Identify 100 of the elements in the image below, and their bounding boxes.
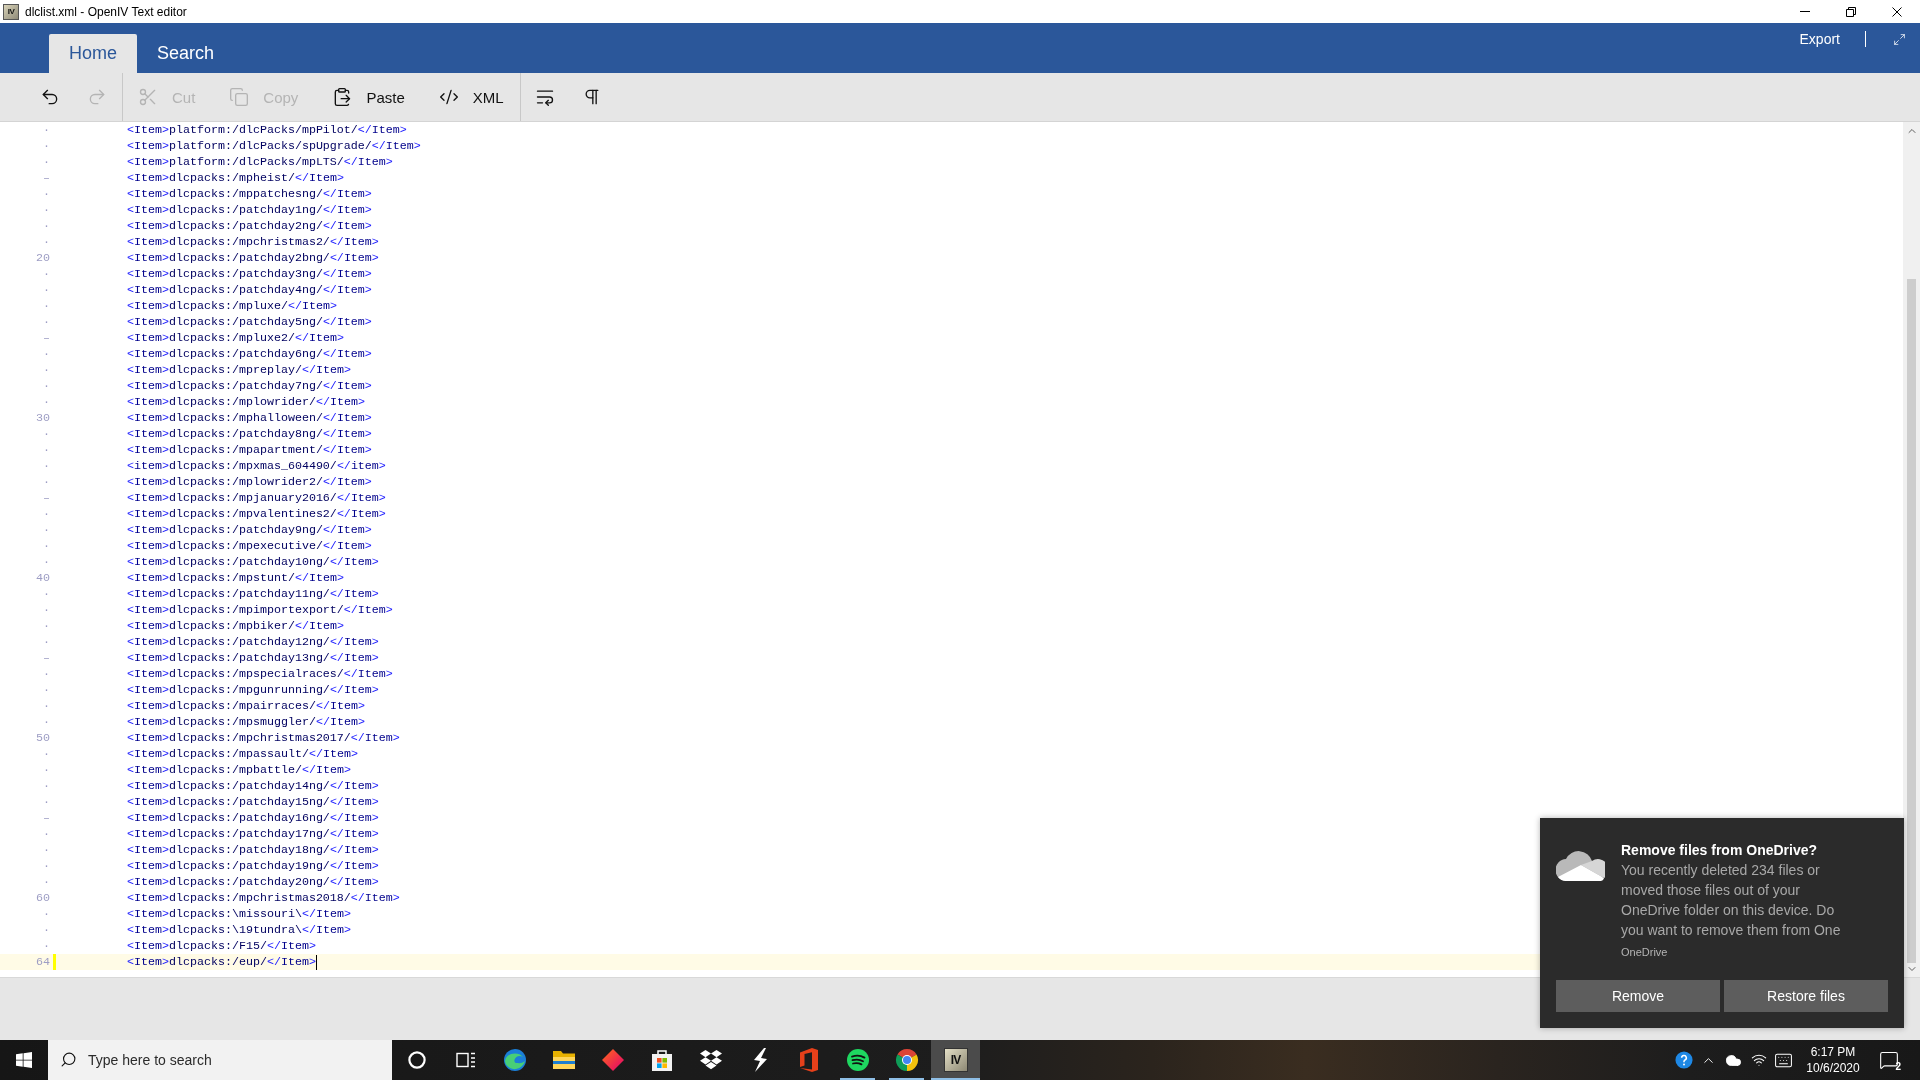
line-number: – [43,810,50,826]
line-number: · [43,122,50,138]
code-line: <Item>dlcpacks:/mpgunrunning/</Item> [127,682,379,698]
code-line: <Item>dlcpacks:/patchday17ng/</Item> [127,826,379,842]
line-number: · [43,874,50,890]
boxes-icon [698,1049,723,1071]
notification-button[interactable]: Restore files [1724,980,1888,1012]
notification-message: You recently deleted 234 files or moved those files out of your OneDrive folder on this device. Do you want to remove them from One [1621,861,1842,940]
line-number: · [43,314,50,330]
line-number: · [43,154,50,170]
scissors-icon [138,87,158,107]
code-line: <Item>dlcpacks:/mpchristmas2018/</Item> [127,890,400,906]
line-number: · [43,234,50,250]
wifi-icon[interactable] [1750,1052,1767,1068]
line-number: 20 [36,250,50,266]
scrollbar-thumb[interactable] [1907,279,1916,963]
code-line: <Item>dlcpacks:/patchday13ng/</Item> [127,650,379,666]
music-icon [845,1048,870,1072]
clock-button[interactable]: 6:17 PM 10/6/2020 [1798,1044,1868,1076]
taskbar-button[interactable]: IV [931,1040,980,1080]
code-line: <Item>dlcpacks:/eup/</Item> [127,954,316,970]
export-button[interactable]: Export [1795,31,1844,47]
line-number: · [43,538,50,554]
code-line: <Item>dlcpacks:/patchday20ng/</Item> [127,874,379,890]
app-logo-icon: IV [3,3,19,20]
line-number: · [43,138,50,154]
code-line: <Item>dlcpacks:/mpairraces/</Item> [127,698,365,714]
code-line: <Item>dlcpacks:/mpluxe/</Item> [127,298,337,314]
line-number: · [43,554,50,570]
folder-icon [551,1049,576,1071]
line-number: · [43,826,50,842]
paste-button[interactable]: Paste [324,79,413,115]
code-line: <Item>platform:/dlcPacks/mpLTS/</Item> [127,154,393,170]
line-number: · [43,634,50,650]
circle-icon [407,1051,426,1069]
line-number: · [43,506,50,522]
search-icon [60,1051,77,1068]
line-number: · [43,746,50,762]
code-line: <Item>dlcpacks:/patchday1ng/</Item> [127,202,372,218]
code-line: <Item>dlcpacks:/patchday11ng/</Item> [127,586,379,602]
line-number: · [43,794,50,810]
expand-icon[interactable] [1893,32,1906,46]
line-number: · [43,218,50,234]
task-view-icon [455,1051,476,1069]
line-number: · [43,586,50,602]
line-number: · [43,842,50,858]
search-field[interactable]: Type here to search [48,1040,392,1080]
code-line: <Item>dlcpacks:/mpsmuggler/</Item> [127,714,365,730]
code-line: <Item>dlcpacks:\missouri\</Item> [127,906,351,922]
code-line: <Item>dlcpacks:/patchday5ng/</Item> [127,314,372,330]
line-number: · [43,698,50,714]
code-line: <Item>dlcpacks:/mpapartment/</Item> [127,442,372,458]
code-line: <Item>dlcpacks:/mpspecialraces/</Item> [127,666,393,682]
office-logo-icon [798,1048,819,1072]
code-line: <Item>dlcpacks:/patchday10ng/</Item> [127,554,379,570]
line-number: – [43,490,50,506]
line-number: · [43,202,50,218]
code-line: <Item>dlcpacks:/mpchristmas2/</Item> [127,234,379,250]
line-number: · [43,778,50,794]
line-number: 60 [36,890,50,906]
line-number: · [43,682,50,698]
code-line: <Item>platform:/dlcPacks/mpPilot/</Item> [127,122,407,138]
ribbon-tab[interactable]: Home [49,34,137,73]
code-line: <Item>dlcpacks:/patchday16ng/</Item> [127,810,379,826]
line-number: · [43,618,50,634]
code-line: <Item>dlcpacks:/mplowrider2/</Item> [127,474,372,490]
notification-icon[interactable] [1879,1050,1899,1070]
help-icon[interactable] [1674,1051,1693,1069]
code-line: <Item>dlcpacks:/mppatchesng/</Item> [127,186,372,202]
code-line: <Item>dlcpacks:/mpvalentines2/</Item> [127,506,386,522]
line-number: · [43,362,50,378]
notification-button[interactable]: Remove [1556,980,1720,1012]
code-line: <Item>dlcpacks:/mpjanuary2016/</Item> [127,490,386,506]
code-line: <Item>dlcpacks:/mpchristmas2017/</Item> [127,730,400,746]
xml-button[interactable]: XML [430,79,512,115]
line-number: · [43,298,50,314]
line-number: · [43,346,50,362]
line-number: – [43,330,50,346]
line-number: 50 [36,730,50,746]
line-number: · [43,474,50,490]
text-cursor [315,954,317,970]
code-line: <Item>dlcpacks:/mpstunt/</Item> [127,570,344,586]
modified-marker [53,954,56,970]
code-line: <Item>dlcpacks:/mpluxe2/</Item> [127,330,344,346]
code-line: <Item>dlcpacks:/mplowrider/</Item> [127,394,365,410]
minimize-icon [1800,11,1810,12]
code-line: <Item>dlcpacks:/mpreplay/</Item> [127,362,351,378]
code-icon [438,87,459,107]
line-number: · [43,426,50,442]
scrollbar[interactable] [1903,122,1920,977]
line-number: · [43,378,50,394]
code-line: <Item>dlcpacks:/mpbiker/</Item> [127,618,344,634]
cloud-icon [1556,850,1605,881]
code-line: <Item>dlcpacks:/patchday12ng/</Item> [127,634,379,650]
line-number: · [43,714,50,730]
ribbon-tab[interactable]: Search [137,34,235,73]
line-number: – [43,650,50,666]
line-number: 64 [36,954,50,970]
code-line: <Item>dlcpacks:/patchday4ng/</Item> [127,282,372,298]
line-number: · [43,922,50,938]
